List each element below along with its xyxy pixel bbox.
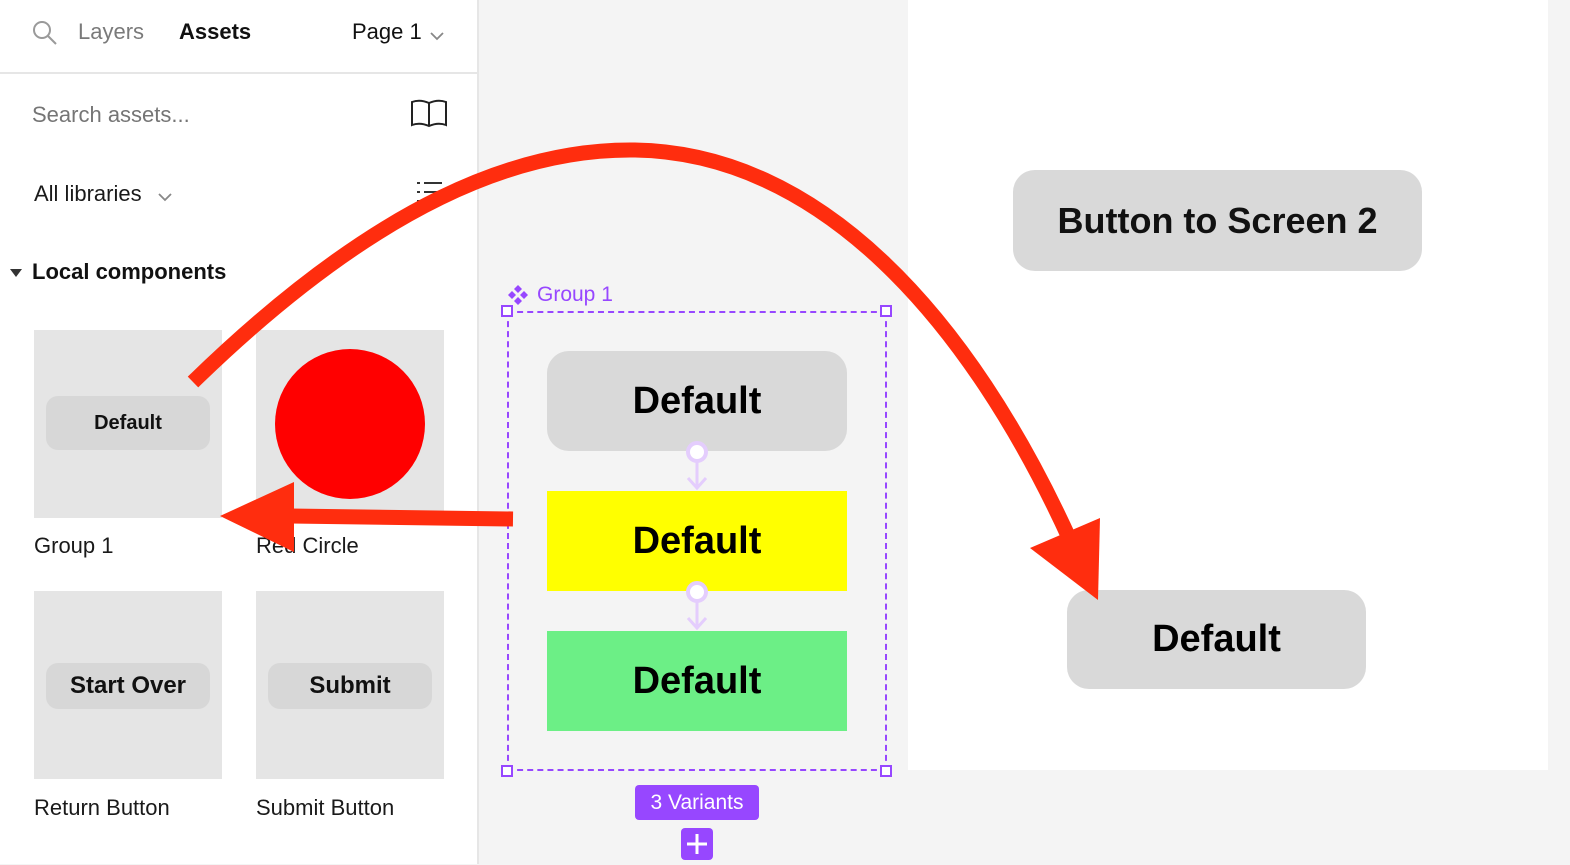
asset-thumb-return-button[interactable]: Start Over [34,591,222,779]
asset-name: Group 1 [34,533,114,558]
collapse-triangle-icon[interactable] [9,266,23,284]
resize-handle[interactable] [501,305,513,317]
book-icon[interactable] [410,98,448,133]
red-circle-shape [275,349,425,499]
asset-name: Return Button [34,795,170,820]
button-to-screen-2[interactable]: Button to Screen 2 [1013,170,1422,271]
variant-green[interactable]: Default [547,631,847,731]
search-assets-input[interactable] [30,96,374,134]
component-set-label[interactable]: Group 1 [537,283,613,307]
resize-handle[interactable] [880,305,892,317]
panel-header: Layers Assets Page 1 [0,0,477,74]
chevron-down-icon[interactable] [430,28,444,46]
page-selector[interactable]: Page 1 [352,19,422,45]
asset-thumb-red-circle[interactable] [256,330,444,518]
assets-panel: Layers Assets Page 1 All libraries Local… [0,0,479,864]
prototype-connector-icon[interactable] [685,440,709,497]
asset-thumb-group-1[interactable]: Default [34,330,222,518]
chevron-down-icon[interactable] [158,189,172,207]
thumb-start-over-button: Start Over [46,663,210,709]
list-view-icon[interactable] [416,180,444,209]
tab-assets[interactable]: Assets [179,19,251,45]
library-filter[interactable]: All libraries [34,181,142,207]
tab-layers[interactable]: Layers [78,19,144,45]
variants-badge[interactable]: 3 Variants [635,785,759,820]
default-instance-button[interactable]: Default [1067,590,1366,689]
search-icon[interactable] [32,20,58,51]
resize-handle[interactable] [880,765,892,777]
asset-name: Submit Button [256,795,395,820]
thumb-submit-button: Submit [268,663,432,709]
section-title: Local components [32,259,227,284]
asset-name: Red Circle [256,533,359,558]
plus-icon [687,834,707,854]
prototype-connector-icon[interactable] [685,580,709,637]
variant-yellow[interactable]: Default [547,491,847,591]
asset-thumb-submit-button[interactable]: Submit [256,591,444,779]
thumb-default-button: Default [46,396,210,450]
add-variant-button[interactable] [681,828,713,860]
resize-handle[interactable] [501,765,513,777]
variant-default[interactable]: Default [547,351,847,451]
